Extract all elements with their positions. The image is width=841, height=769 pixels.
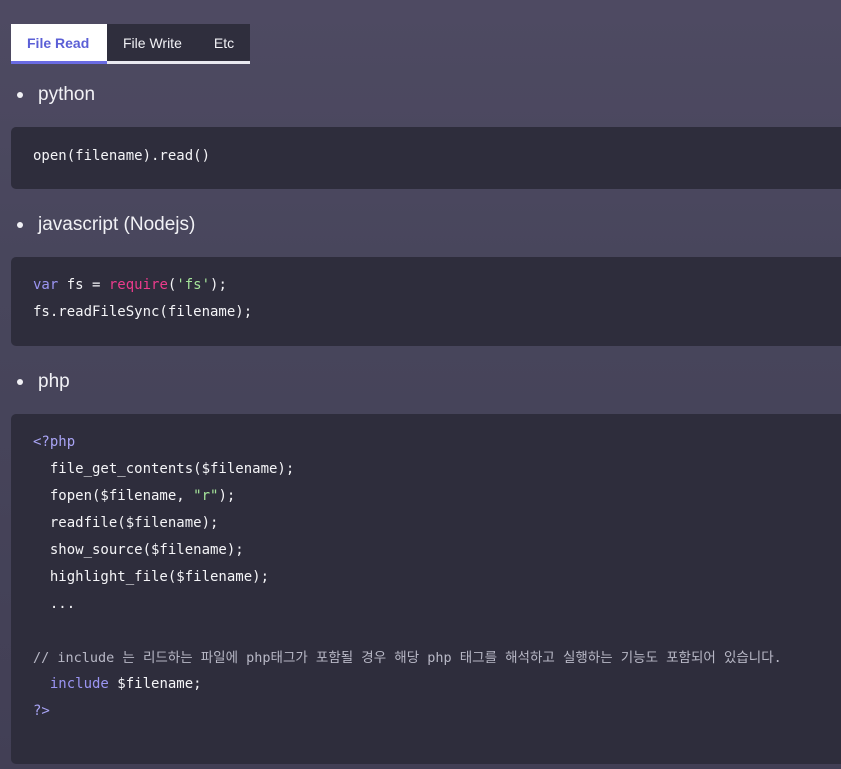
keyword-require: require [108, 277, 168, 293]
section-heading-javascript: javascript (Nodejs) [17, 212, 195, 238]
code-block-python: open(filename).read() [11, 127, 841, 189]
tab-etc[interactable]: Etc [198, 24, 250, 61]
code-line: show_source($filename); [33, 542, 244, 558]
tab-bar: File Read File Write Etc [11, 24, 251, 64]
section-title: javascript (Nodejs) [38, 214, 196, 235]
code-line: highlight_file($filename); [33, 569, 270, 585]
code-line: open(filename).read() [33, 148, 211, 164]
code-comment: // include 는 리드하는 파일에 php태그가 포함될 경우 해당 p… [33, 650, 782, 666]
section-title: python [38, 84, 96, 105]
string-literal: "r" [193, 488, 219, 504]
tab-label: File Read [27, 34, 90, 51]
bullet-icon [17, 222, 23, 228]
section-title: php [38, 371, 70, 392]
tab-file-read[interactable]: File Read [11, 24, 107, 64]
tab-label: Etc [213, 34, 235, 51]
string-literal: 'fs' [176, 277, 211, 293]
bullet-icon [17, 379, 23, 385]
code-block-javascript: var fs = require('fs'); fs.readFileSync(… [11, 257, 841, 346]
code-block-php: <?php file_get_contents($filename); fope… [11, 414, 841, 764]
code-line: fs.readFileSync(filename); [33, 304, 253, 320]
tab-label: File Write [123, 34, 182, 51]
keyword-include: include [49, 676, 109, 692]
active-tab-indicator [11, 61, 107, 64]
code-line: var fs = require('fs'); [33, 277, 227, 293]
code-line: ... [33, 596, 76, 612]
code-line: readfile($filename); [33, 515, 219, 531]
code-line: include $filename; [49, 676, 202, 692]
section-heading-php: php [17, 369, 70, 395]
tab-file-write[interactable]: File Write [107, 24, 198, 61]
section-heading-python: python [17, 82, 95, 108]
php-close-tag: ?> [33, 703, 50, 719]
code-line: file_get_contents($filename); [33, 461, 295, 477]
keyword-var: var [33, 277, 59, 293]
code-line: fopen($filename, "r"); [33, 488, 236, 504]
bullet-icon [17, 92, 23, 98]
php-open-tag: <?php [33, 434, 76, 450]
